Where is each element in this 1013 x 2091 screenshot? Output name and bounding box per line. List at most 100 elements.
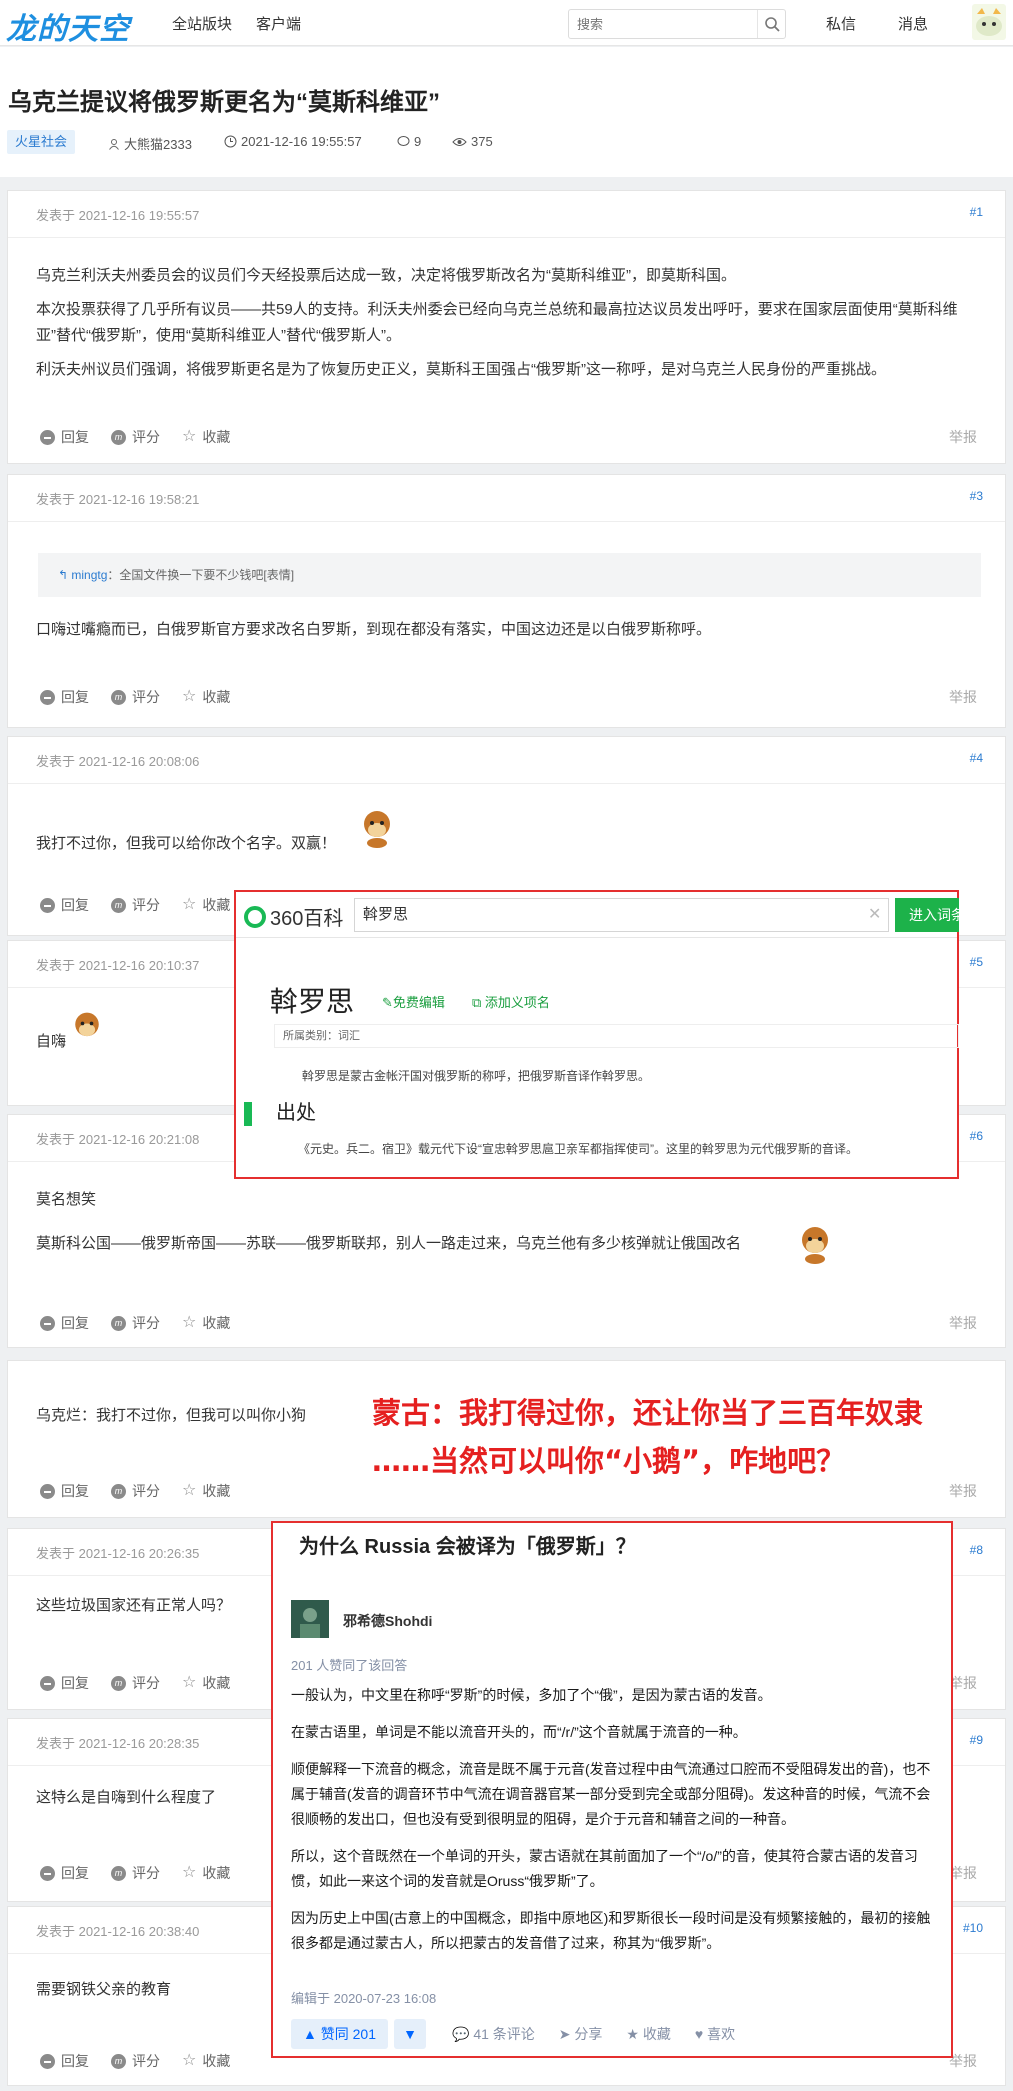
post-time: 发表于 2021-12-16 20:10:37: [36, 958, 200, 973]
forum-tag[interactable]: 火星社会: [7, 130, 76, 154]
baike-search-input[interactable]: 斡罗思: [354, 898, 889, 932]
reply-arrow-icon: ↰: [58, 568, 72, 582]
reply-button[interactable]: 回复: [40, 1673, 89, 1693]
post-actions: 回复 m 评分 ☆ 收藏: [40, 895, 230, 915]
post-number[interactable]: #10: [963, 1921, 983, 1935]
rate-button[interactable]: m 评分: [111, 1673, 160, 1693]
reply-button[interactable]: 回复: [40, 1863, 89, 1883]
rate-button[interactable]: m 评分: [111, 895, 160, 915]
view-count: 375: [452, 134, 493, 149]
post-3: 发表于 2021-12-16 19:58:21 #3 ↰ mingtg：全国文件…: [7, 474, 1006, 728]
baike-section-title: 出处: [244, 1096, 316, 1126]
reply-icon: [40, 1675, 55, 1691]
answerer-avatar[interactable]: [291, 1600, 329, 1638]
baike-search-bar: 360百科 斡罗思 ✕ 进入词条: [236, 892, 959, 938]
report-link[interactable]: 举报: [949, 2051, 977, 2071]
post-1: 发表于 2021-12-16 19:55:57 #1 乌克兰利沃夫州委员会的议员…: [7, 190, 1006, 464]
post-number[interactable]: #3: [970, 489, 983, 503]
post-number[interactable]: #1: [970, 205, 983, 219]
rate-icon: m: [111, 897, 126, 913]
report-link[interactable]: 举报: [949, 1481, 977, 1501]
nav-client[interactable]: 客户端: [256, 13, 301, 34]
user-avatar[interactable]: [972, 4, 1006, 40]
favorite-button[interactable]: ☆ 收藏: [182, 1313, 230, 1333]
thread-author[interactable]: 大熊猫2333: [108, 134, 192, 153]
answer-actions: ▲ 赞同 201 ▼ 💬 41 条评论 ➤ 分享 ★ 收藏 ♥ 喜欢: [291, 2019, 759, 2049]
upvote-button[interactable]: ▲ 赞同 201: [291, 2019, 388, 2049]
rate-button[interactable]: m 评分: [111, 1481, 160, 1501]
site-logo[interactable]: 龙的天空: [6, 4, 130, 48]
favorite-button[interactable]: ☆ 收藏: [182, 427, 230, 447]
datetime-text: 2021-12-16 19:55:57: [241, 134, 362, 149]
favorite-button[interactable]: ★ 收藏: [626, 2024, 670, 2044]
zhihu-question-title[interactable]: 为什么 Russia 会被译为「俄罗斯」？: [299, 1530, 636, 1559]
favorite-button[interactable]: ☆ 收藏: [182, 687, 230, 707]
heart-icon: ♥: [694, 2026, 708, 2042]
rate-button[interactable]: m 评分: [111, 1313, 160, 1333]
baike-add-sense-link[interactable]: ⧉ 添加义项名: [472, 992, 550, 1011]
post-number[interactable]: #5: [970, 955, 983, 969]
reply-button[interactable]: 回复: [40, 1481, 89, 1501]
divider: [8, 237, 1005, 238]
favorite-button[interactable]: ☆ 收藏: [182, 1673, 230, 1693]
quote-user[interactable]: mingtg: [71, 568, 107, 582]
reply-button[interactable]: 回复: [40, 1313, 89, 1333]
post-paragraph: 莫名想笑: [36, 1191, 97, 1208]
pencil-icon: ✎: [382, 995, 393, 1010]
post-number[interactable]: #9: [970, 1733, 983, 1747]
rate-icon: m: [111, 1675, 126, 1691]
reply-button[interactable]: 回复: [40, 427, 89, 447]
post-content: 口嗨过嘴瘾而已，白俄罗斯官方要求改名白罗斯，到现在都没有落实，中国这边还是以白俄…: [36, 621, 712, 638]
rate-button[interactable]: m 评分: [111, 1863, 160, 1883]
report-link[interactable]: 举报: [949, 427, 977, 447]
post-time: 发表于 2021-12-16 20:28:35: [36, 1736, 200, 1751]
report-link[interactable]: 举报: [949, 1863, 977, 1883]
post-paragraph: 乌克兰利沃夫州委员会的议员们今天经投票后达成一致，决定将俄罗斯改名为“莫斯科维亚…: [36, 267, 736, 284]
comments-button[interactable]: 💬 41 条评论: [452, 2024, 535, 2044]
like-button[interactable]: ♥ 喜欢: [695, 2024, 735, 2044]
search-button[interactable]: [757, 10, 785, 38]
favorite-button[interactable]: ☆ 收藏: [182, 895, 230, 915]
post-number[interactable]: #6: [970, 1129, 983, 1143]
downvote-button[interactable]: ▼: [394, 2019, 426, 2049]
reply-button[interactable]: 回复: [40, 687, 89, 707]
nav-private-message[interactable]: 私信: [826, 13, 856, 34]
rate-button[interactable]: m 评分: [111, 427, 160, 447]
top-navbar: 龙的天空 全站版块 客户端 私信 消息: [0, 0, 1013, 48]
answerer-name[interactable]: 邪希德Shohdi: [343, 1611, 432, 1631]
reply-icon: [40, 897, 55, 913]
report-link[interactable]: 举报: [949, 1673, 977, 1693]
report-link[interactable]: 举报: [949, 687, 977, 707]
favorite-button[interactable]: ☆ 收藏: [182, 2051, 230, 2071]
user-icon: [109, 138, 119, 150]
star-icon: ☆: [182, 1674, 197, 1691]
favorite-button[interactable]: ☆ 收藏: [182, 1863, 230, 1883]
nav-notifications[interactable]: 消息: [898, 13, 928, 34]
reply-button[interactable]: 回复: [40, 895, 89, 915]
close-icon[interactable]: ✕: [868, 904, 881, 924]
answer-paragraph: 在蒙古语里，单词是不能以流音开头的，而“/r/”这个音就属于流音的一种。: [291, 1724, 747, 1740]
post-number[interactable]: #8: [970, 1543, 983, 1557]
post-number[interactable]: #4: [970, 751, 983, 765]
monkey-emoji-icon: [802, 1227, 828, 1264]
baike-source-text: 《元史。兵二。宿卫》载元代下设“宣忠斡罗思扈卫亲军都指挥使司”。这里的斡罗思为元…: [298, 1142, 858, 1156]
answer-paragraph: 因为历史上中国(古意上的中国概念，即指中原地区)和罗斯很长一段时间是没有频繁接触…: [291, 1910, 931, 1951]
baike-enter-button[interactable]: 进入词条: [895, 898, 959, 932]
rate-button[interactable]: m 评分: [111, 687, 160, 707]
baike-edit-link[interactable]: ✎免费编辑: [382, 992, 445, 1011]
post-time: 发表于 2021-12-16 19:55:57: [36, 208, 200, 223]
nav-all-boards[interactable]: 全站版块: [172, 13, 232, 34]
upvote-summary: 201 人赞同了该回答: [291, 1658, 408, 1673]
reply-button[interactable]: 回复: [40, 2051, 89, 2071]
share-button[interactable]: ➤ 分享: [559, 2024, 603, 2044]
report-link[interactable]: 举报: [949, 1313, 977, 1333]
search-input[interactable]: [569, 10, 755, 38]
post-paragraph: 本次投票获得了几乎所有议员——共59人的支持。利沃夫州委会已经向乌克兰总统和最高…: [36, 301, 958, 344]
rate-button[interactable]: m 评分: [111, 2051, 160, 2071]
favorite-button[interactable]: ☆ 收藏: [182, 1481, 230, 1501]
post-time: 发表于 2021-12-16 20:08:06: [36, 754, 200, 769]
post-content: 乌克兰利沃夫州委员会的议员们今天经投票后达成一致，决定将俄罗斯改名为“莫斯科维亚…: [36, 263, 971, 391]
baike-screenshot-overlay: 360百科 斡罗思 ✕ 进入词条 斡罗思 ✎免费编辑 ⧉ 添加义项名 所属类别：…: [234, 890, 959, 1179]
edited-time: 编辑于 2020-07-23 16:08: [291, 1991, 437, 2006]
reply-icon: [40, 429, 55, 445]
